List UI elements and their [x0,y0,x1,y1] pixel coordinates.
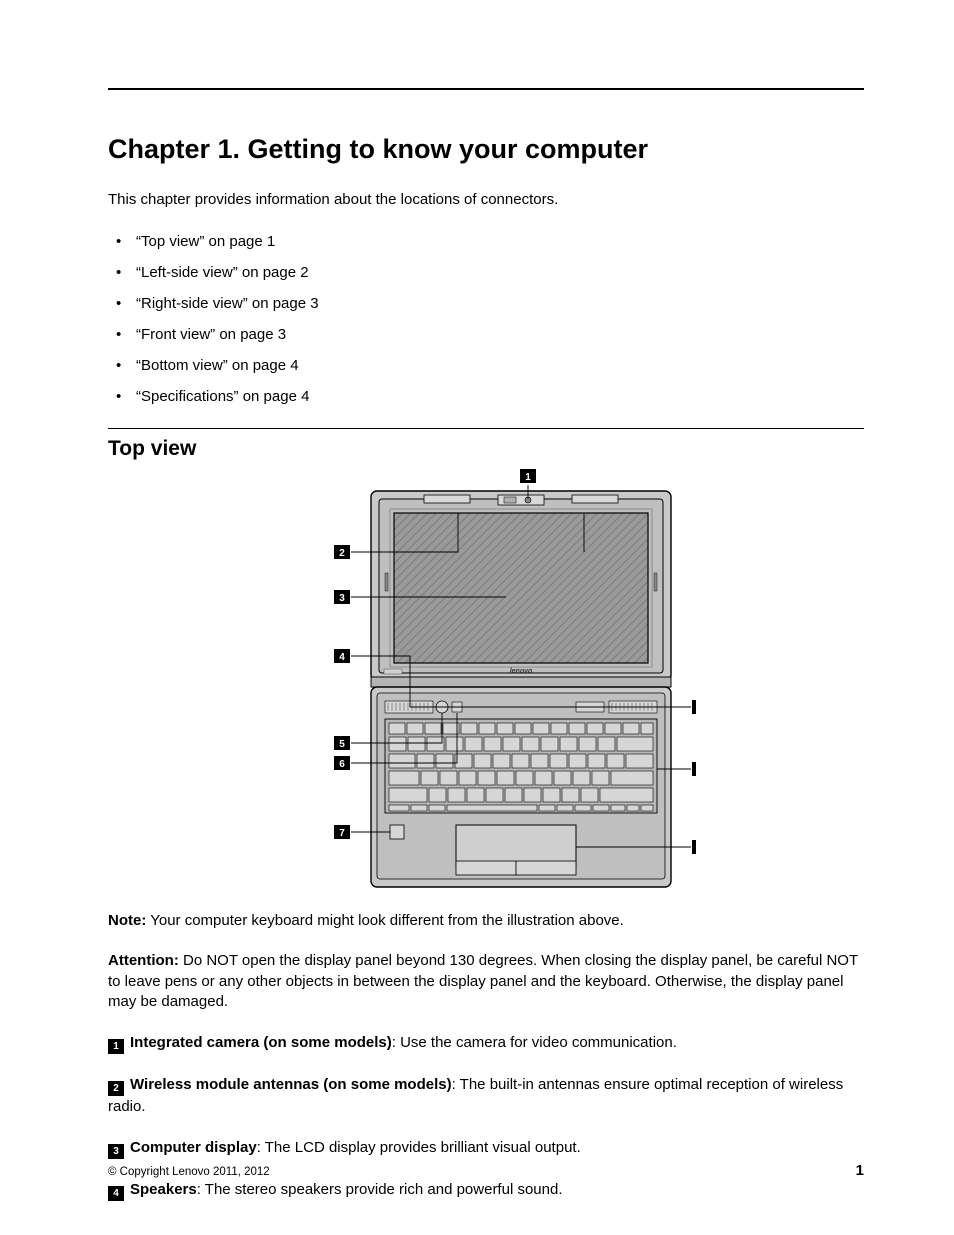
page-footer: © Copyright Lenovo 2011, 2012 1 [108,1162,864,1179]
chapter-toc: “Top view” on page 1 “Left-side view” on… [112,226,864,412]
toc-item: “Left-side view” on page 2 [112,257,864,288]
attention-text: Do NOT open the display panel beyond 130… [108,952,858,1010]
svg-text:6: 6 [339,759,345,770]
callout-text: : Use the camera for video communication… [392,1034,677,1051]
footer-page-number: 1 [856,1162,864,1179]
note-paragraph: Note: Your computer keyboard might look … [108,911,864,931]
svg-text:1: 1 [525,472,531,483]
callout-number-badge: 2 [108,1081,124,1096]
note-text: Your computer keyboard might look differ… [146,912,624,929]
toc-item: “Front view” on page 3 [112,319,864,350]
svg-text:7: 7 [339,828,345,839]
callout-text: : The stereo speakers provide rich and p… [197,1181,563,1198]
toc-item: “Top view” on page 1 [112,226,864,257]
svg-text:2: 2 [339,548,345,559]
svg-text:5: 5 [339,739,345,750]
callout-item: 2 Wireless module antennas (on some model… [108,1074,864,1117]
attention-paragraph: Attention: Do NOT open the display panel… [108,951,864,1012]
toc-item: “Right-side view” on page 3 [112,288,864,319]
note-label: Note: [108,912,146,929]
callout-number-badge: 3 [108,1144,124,1159]
svg-text:4: 4 [339,652,345,663]
toc-item: “Specifications” on page 4 [112,381,864,412]
toc-item: “Bottom view” on page 4 [112,350,864,381]
callout-number-badge: 1 [108,1039,124,1054]
callout-item: 4 Speakers: The stereo speakers provide r… [108,1179,864,1201]
section-heading-top-view: Top view [108,437,864,461]
callout-title: Speakers [130,1181,197,1198]
callout-title: Wireless module antennas (on some models… [130,1076,452,1093]
top-view-diagram: lenovo [108,469,864,895]
callout-title: Integrated camera (on some models) [130,1034,392,1051]
laptop-top-view-svg: lenovo [276,469,696,895]
attention-label: Attention: [108,952,179,969]
callout-item: 1 Integrated camera (on some models): Use… [108,1032,864,1054]
chapter-title: Chapter 1. Getting to know your computer [108,134,864,165]
callout-title: Computer display [130,1139,257,1156]
chapter-intro: This chapter provides information about … [108,191,864,208]
brand-label: lenovo [510,668,533,675]
page-top-rule [108,88,864,90]
callout-item: 3 Computer display: The LCD display provi… [108,1137,864,1159]
callout-text: : The LCD display provides brilliant vis… [257,1139,581,1156]
svg-text:3: 3 [339,593,345,604]
footer-copyright: © Copyright Lenovo 2011, 2012 [108,1166,270,1178]
callout-number-badge: 4 [108,1186,124,1201]
section-top-rule [108,428,864,429]
